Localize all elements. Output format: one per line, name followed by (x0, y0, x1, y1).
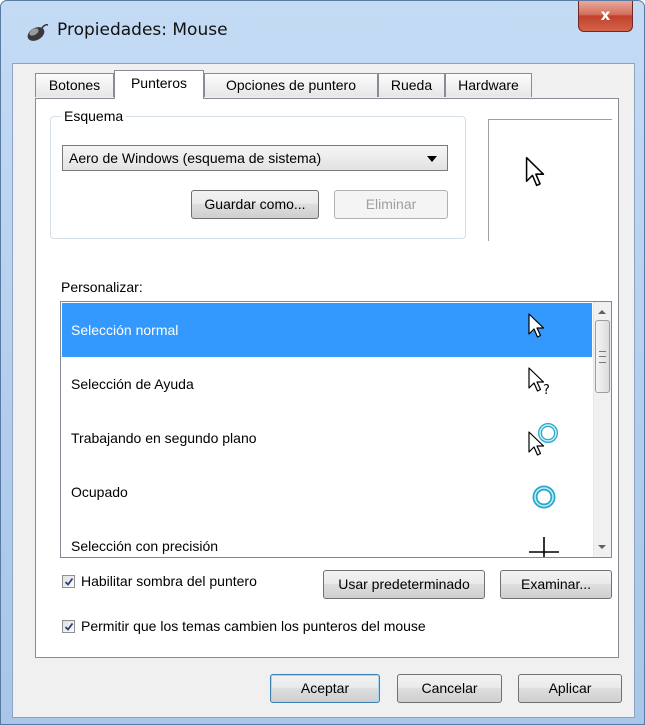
cursor-list[interactable]: Selección normal Selección de Ayuda ? Tr… (60, 301, 612, 558)
title-bar[interactable]: Propiedades: Mouse x (1, 1, 645, 63)
list-item-trabajando-en-segundo-plano[interactable]: Trabajando en segundo plano (62, 411, 592, 465)
punteros-panel: Esquema Aero de Windows (esquema de sist… (35, 98, 619, 658)
help-cursor-icon: ? (528, 367, 550, 398)
list-item-seleccion-de-ayuda[interactable]: Selección de Ayuda ? (62, 357, 592, 411)
list-item-ocupado[interactable]: Ocupado (62, 465, 592, 519)
browse-button[interactable]: Examinar... (500, 570, 612, 599)
svg-text:?: ? (543, 383, 550, 398)
apply-button[interactable]: Aplicar (518, 674, 622, 703)
ok-button[interactable]: Aceptar (270, 674, 380, 703)
list-item-seleccion-con-precision[interactable]: Selección con precisión (62, 519, 592, 557)
window-title: Propiedades: Mouse (57, 20, 228, 40)
tab-opciones-de-puntero[interactable]: Opciones de puntero (204, 73, 378, 97)
scrollbar-thumb[interactable] (595, 320, 610, 393)
list-item-label: Trabajando en segundo plano (71, 430, 257, 446)
delete-scheme-button[interactable]: Eliminar (334, 190, 448, 219)
scheme-group-label: Esquema (61, 108, 127, 124)
arrow-cursor-icon (528, 313, 545, 338)
mouse-app-icon (27, 24, 49, 41)
dialog-client: Botones Punteros Opciones de puntero Rue… (12, 63, 635, 718)
cursor-preview (488, 119, 612, 241)
scroll-down-icon[interactable] (598, 545, 606, 549)
scheme-group: Esquema Aero de Windows (esquema de sist… (50, 108, 466, 239)
list-item-label: Selección de Ayuda (71, 376, 194, 392)
working-background-cursor-icon (528, 423, 558, 456)
list-item-label: Selección con precisión (71, 538, 219, 554)
list-scrollbar[interactable] (593, 302, 611, 557)
tab-botones[interactable]: Botones (35, 73, 114, 97)
list-item-label: Selección normal (71, 322, 179, 338)
tab-hardware[interactable]: Hardware (445, 73, 532, 97)
window-frame: Propiedades: Mouse x Botones Punteros Op… (0, 0, 645, 725)
themes-label[interactable]: Permitir que los temas cambien los punte… (81, 618, 426, 634)
shadow-checkbox[interactable] (62, 575, 75, 588)
tab-punteros[interactable]: Punteros (114, 70, 204, 99)
scheme-dropdown[interactable]: Aero de Windows (esquema de sistema) (62, 145, 448, 171)
list-item-label: Ocupado (71, 484, 128, 500)
themes-checkbox[interactable] (62, 620, 75, 633)
customize-label: Personalizar: (61, 279, 143, 295)
use-default-button[interactable]: Usar predeterminado (323, 570, 485, 599)
scheme-dropdown-value: Aero de Windows (esquema de sistema) (69, 150, 322, 166)
grip-icon (599, 351, 606, 363)
chevron-down-icon (427, 156, 437, 162)
save-as-button[interactable]: Guardar como... (191, 190, 319, 219)
close-button[interactable]: x (578, 1, 633, 32)
tab-rueda[interactable]: Rueda (378, 73, 445, 97)
scroll-up-icon[interactable] (598, 310, 606, 314)
checkmark-icon (64, 622, 74, 631)
crosshair-cursor-icon (529, 537, 559, 557)
checkmark-icon (64, 577, 74, 586)
arrow-cursor-icon (525, 156, 545, 187)
close-icon: x (600, 6, 611, 24)
list-item-seleccion-normal[interactable]: Selección normal (62, 303, 592, 357)
busy-ring-cursor-icon (532, 485, 556, 509)
cancel-button[interactable]: Cancelar (397, 674, 502, 703)
shadow-label[interactable]: Habilitar sombra del puntero (81, 573, 257, 589)
